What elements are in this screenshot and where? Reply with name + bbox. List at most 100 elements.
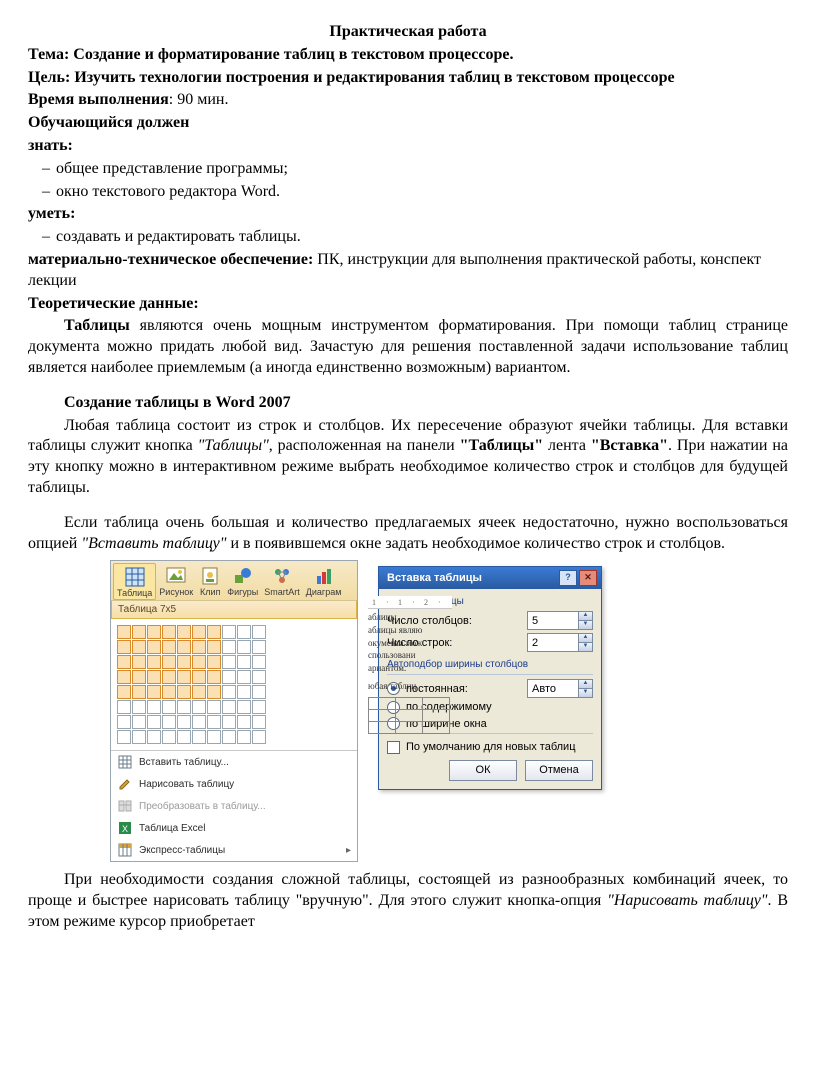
- picker-cell[interactable]: [177, 655, 191, 669]
- picker-cell[interactable]: [162, 625, 176, 639]
- table-size-picker[interactable]: [111, 619, 357, 750]
- spin-down-icon[interactable]: ▼: [578, 621, 592, 629]
- picker-cell[interactable]: [132, 730, 146, 744]
- picker-cell[interactable]: [132, 640, 146, 654]
- spin-up-icon[interactable]: ▲: [578, 634, 592, 643]
- ribbon-button-table[interactable]: Таблица: [113, 563, 156, 600]
- cols-spinner[interactable]: ▲▼: [527, 611, 593, 630]
- ribbon-button-clip[interactable]: Клип: [196, 563, 224, 600]
- picker-cell[interactable]: [252, 655, 266, 669]
- picker-cell[interactable]: [132, 625, 146, 639]
- picker-cell[interactable]: [252, 670, 266, 684]
- picker-cell[interactable]: [147, 670, 161, 684]
- picker-cell[interactable]: [117, 640, 131, 654]
- picker-cell[interactable]: [207, 640, 221, 654]
- picker-cell[interactable]: [222, 625, 236, 639]
- fixed-width-spinner[interactable]: ▲▼: [527, 679, 593, 698]
- spin-up-icon[interactable]: ▲: [578, 612, 592, 621]
- rows-spinner[interactable]: ▲▼: [527, 633, 593, 652]
- picker-cell[interactable]: [252, 730, 266, 744]
- spin-down-icon[interactable]: ▼: [578, 689, 592, 697]
- picker-cell[interactable]: [117, 625, 131, 639]
- spin-up-icon[interactable]: ▲: [578, 680, 592, 689]
- menu-insert-table[interactable]: Вставить таблицу...: [111, 751, 357, 773]
- picker-cell[interactable]: [117, 685, 131, 699]
- picker-cell[interactable]: [162, 655, 176, 669]
- ribbon-button-smartart[interactable]: SmartArt: [261, 563, 303, 600]
- ok-button[interactable]: ОК: [449, 760, 517, 780]
- menu-excel-table[interactable]: X Таблица Excel: [111, 817, 357, 839]
- picker-cell[interactable]: [207, 685, 221, 699]
- picker-cell[interactable]: [177, 730, 191, 744]
- menu-draw-table[interactable]: Нарисовать таблицу: [111, 773, 357, 795]
- picker-cell[interactable]: [132, 670, 146, 684]
- picker-cell[interactable]: [162, 715, 176, 729]
- picker-cell[interactable]: [252, 715, 266, 729]
- fixed-width-input[interactable]: [528, 681, 578, 696]
- picker-cell[interactable]: [177, 715, 191, 729]
- picker-cell[interactable]: [222, 715, 236, 729]
- picker-cell[interactable]: [147, 685, 161, 699]
- picker-cell[interactable]: [147, 700, 161, 714]
- picker-cell[interactable]: [147, 640, 161, 654]
- picker-cell[interactable]: [162, 670, 176, 684]
- picker-cell[interactable]: [192, 730, 206, 744]
- picker-cell[interactable]: [237, 700, 251, 714]
- picker-cell[interactable]: [237, 730, 251, 744]
- picker-cell[interactable]: [132, 700, 146, 714]
- picker-cell[interactable]: [177, 640, 191, 654]
- picker-cell[interactable]: [222, 685, 236, 699]
- picker-cell[interactable]: [132, 655, 146, 669]
- picker-cell[interactable]: [147, 715, 161, 729]
- remember-checkbox-row[interactable]: По умолчанию для новых таблиц: [387, 740, 593, 754]
- picker-cell[interactable]: [252, 640, 266, 654]
- picker-cell[interactable]: [117, 670, 131, 684]
- picker-cell[interactable]: [177, 670, 191, 684]
- picker-cell[interactable]: [117, 730, 131, 744]
- menu-quick-tables[interactable]: Экспресс-таблицы ▸: [111, 839, 357, 861]
- picker-cell[interactable]: [237, 625, 251, 639]
- picker-cell[interactable]: [207, 655, 221, 669]
- picker-cell[interactable]: [132, 715, 146, 729]
- close-button[interactable]: ✕: [579, 570, 597, 586]
- picker-cell[interactable]: [192, 715, 206, 729]
- picker-cell[interactable]: [147, 655, 161, 669]
- cancel-button[interactable]: Отмена: [525, 760, 593, 780]
- picker-cell[interactable]: [147, 625, 161, 639]
- picker-cell[interactable]: [207, 670, 221, 684]
- picker-cell[interactable]: [207, 730, 221, 744]
- picker-cell[interactable]: [192, 685, 206, 699]
- picker-cell[interactable]: [132, 685, 146, 699]
- picker-cell[interactable]: [237, 685, 251, 699]
- picker-cell[interactable]: [117, 700, 131, 714]
- picker-cell[interactable]: [177, 685, 191, 699]
- picker-cell[interactable]: [162, 640, 176, 654]
- picker-cell[interactable]: [222, 640, 236, 654]
- picker-cell[interactable]: [252, 625, 266, 639]
- ribbon-button-chart[interactable]: Диаграм: [303, 563, 345, 600]
- picker-cell[interactable]: [237, 640, 251, 654]
- picker-cell[interactable]: [237, 715, 251, 729]
- picker-cell[interactable]: [117, 715, 131, 729]
- picker-cell[interactable]: [252, 700, 266, 714]
- cols-input[interactable]: [528, 613, 578, 628]
- ribbon-button-picture[interactable]: Рисунок: [156, 563, 196, 600]
- help-button[interactable]: ?: [559, 570, 577, 586]
- picker-cell[interactable]: [192, 700, 206, 714]
- picker-cell[interactable]: [222, 655, 236, 669]
- picker-cell[interactable]: [222, 730, 236, 744]
- picker-cell[interactable]: [177, 625, 191, 639]
- picker-cell[interactable]: [162, 700, 176, 714]
- picker-cell[interactable]: [147, 730, 161, 744]
- spin-down-icon[interactable]: ▼: [578, 643, 592, 651]
- picker-cell[interactable]: [207, 625, 221, 639]
- picker-cell[interactable]: [192, 655, 206, 669]
- rows-input[interactable]: [528, 635, 578, 650]
- picker-cell[interactable]: [192, 670, 206, 684]
- picker-cell[interactable]: [252, 685, 266, 699]
- picker-cell[interactable]: [222, 670, 236, 684]
- ribbon-button-shapes[interactable]: Фигуры: [224, 563, 261, 600]
- picker-cell[interactable]: [207, 700, 221, 714]
- picker-cell[interactable]: [222, 700, 236, 714]
- picker-cell[interactable]: [192, 625, 206, 639]
